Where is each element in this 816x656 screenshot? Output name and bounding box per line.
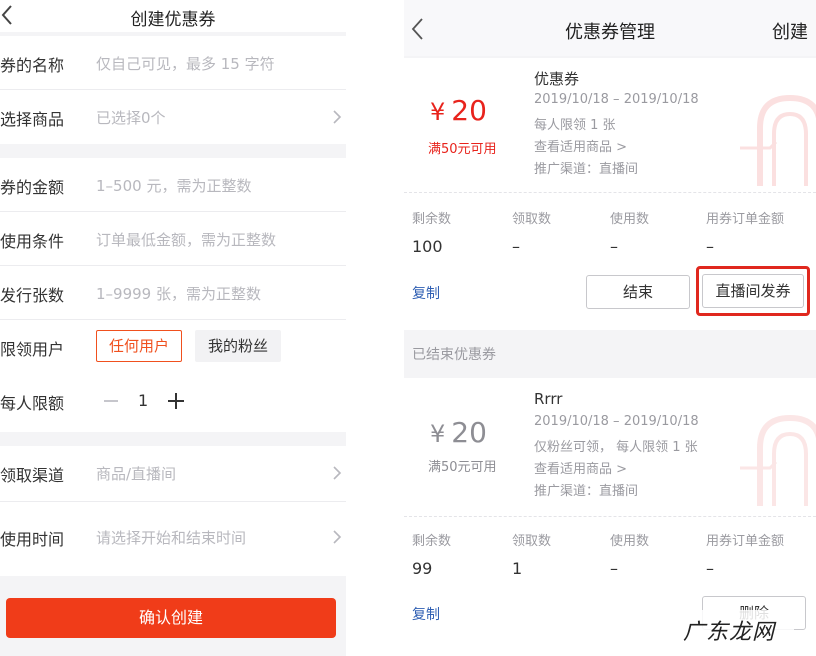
minus-icon[interactable] (104, 400, 118, 402)
option-my-fans[interactable]: 我的粉丝 (195, 330, 282, 362)
end-coupon-button[interactable]: 结束 (586, 275, 690, 309)
use-time-label: 使用时间 (0, 530, 65, 549)
create-coupon-screen: 创建优惠券 券的名称 仅自己可见，最多 15 字符 选择商品 已选择0个 券的金… (0, 0, 346, 656)
stat-header-claimed: 领取数 (512, 212, 552, 227)
coupon-price: ¥20 (430, 416, 487, 449)
coupon-name-input[interactable]: 仅自己可见，最多 15 字符 (96, 53, 275, 74)
issue-quantity-row[interactable]: 发行张数 1–9999 张，需为正整数 (0, 266, 346, 320)
coupon-amount: 20 (451, 94, 487, 127)
use-condition-row[interactable]: 使用条件 订单最低金额，需为正整数 (0, 212, 346, 266)
select-goods-row[interactable]: 选择商品 已选择0个 (0, 90, 346, 144)
chevron-right-icon (333, 530, 342, 544)
ended-coupons-section-label: 已结束优惠券 (412, 347, 496, 363)
create-button[interactable]: 创建 (772, 18, 808, 44)
stat-value-used: – (610, 559, 618, 578)
coupon-dates: 2019/10/18 – 2019/10/18 (534, 92, 699, 107)
select-goods-label: 选择商品 (0, 110, 65, 129)
coupon-watermark-icon (740, 414, 816, 506)
per-user-limit-value: 1 (138, 391, 149, 410)
coupon-management-header: 优惠券管理 创建 (404, 0, 816, 56)
stat-value-remaining: 99 (412, 559, 433, 578)
coupon-watermark-icon (740, 94, 816, 186)
chevron-right-icon (333, 466, 342, 480)
use-time-row[interactable]: 使用时间 请选择开始和结束时间 (0, 510, 346, 576)
coupon-basic-group: 券的名称 仅自己可见，最多 15 字符 选择商品 已选择0个 (0, 36, 346, 144)
coupon-name-label: 券的名称 (0, 56, 65, 75)
stat-value-remaining: 100 (412, 237, 443, 256)
channel-value: 商品/直播间 (96, 465, 177, 483)
use-time-value: 请选择开始和结束时间 (96, 529, 247, 547)
coupon-limit: 仅粉丝可领， 每人限领 1 张 (534, 440, 698, 455)
currency-symbol: ¥ (430, 98, 446, 126)
stat-header-used: 使用数 (610, 212, 650, 227)
stat-value-used: – (610, 237, 618, 256)
stat-value-order-amount: – (706, 237, 714, 256)
coupon-amount: 20 (451, 416, 487, 449)
use-condition-input[interactable]: 订单最低金额，需为正整数 (96, 229, 276, 250)
eligible-users-label: 限领用户 (0, 340, 65, 359)
option-any-user[interactable]: 任何用户 (96, 330, 183, 362)
stat-header-order-amount: 用券订单金额 (706, 534, 785, 549)
view-goods-link[interactable]: 查看适用商品 > (534, 458, 627, 477)
plus-icon[interactable] (168, 393, 184, 409)
coupon-channel: 推广渠道：直播间 (534, 162, 639, 177)
per-user-limit-row: 每人限额 1 (0, 374, 346, 428)
coupon-management-screen: 优惠券管理 创建 ¥20 满50元可用 优惠券 2019/10/18 – 201… (404, 0, 816, 656)
copy-link[interactable]: 复制 (412, 604, 440, 624)
create-coupon-header: 创建优惠券 (0, 0, 346, 32)
channel-label: 领取渠道 (0, 466, 65, 485)
active-coupon-card: ¥20 满50元可用 优惠券 2019/10/18 – 2019/10/18 每… (404, 58, 816, 330)
coupon-channel: 推广渠道：直播间 (534, 484, 639, 499)
page-title: 优惠券管理 (565, 22, 655, 43)
use-condition-label: 使用条件 (0, 232, 65, 251)
coupon-channel-group: 领取渠道 商品/直播间 使用时间 请选择开始和结束时间 (0, 446, 346, 576)
stat-header-order-amount: 用券订单金额 (706, 212, 785, 227)
coupon-condition: 满50元可用 (428, 460, 497, 475)
select-goods-value: 已选择0个 (96, 109, 166, 127)
per-user-limit-label: 每人限额 (0, 394, 65, 413)
coupon-dates: 2019/10/18 – 2019/10/18 (534, 414, 699, 429)
stat-header-remaining: 剩余数 (412, 212, 452, 227)
stat-value-order-amount: – (706, 559, 714, 578)
dashed-divider (404, 516, 816, 517)
coupon-amount-input[interactable]: 1–500 元，需为正整数 (96, 175, 251, 196)
currency-symbol: ¥ (430, 420, 446, 448)
eligible-users-row: 限领用户 任何用户 我的粉丝 (0, 320, 346, 374)
coupon-amount-label: 券的金额 (0, 178, 65, 197)
stat-header-remaining: 剩余数 (412, 534, 452, 549)
issue-quantity-input[interactable]: 1–9999 张，需为正整数 (96, 283, 261, 304)
chevron-right-icon (333, 110, 342, 124)
page-title: 创建优惠券 (130, 10, 216, 30)
live-room-issue-button[interactable]: 直播间发券 (702, 274, 804, 308)
site-watermark: 广东龙网 (683, 620, 776, 645)
coupon-name-row[interactable]: 券的名称 仅自己可见，最多 15 字符 (0, 36, 346, 90)
confirm-create-button[interactable]: 确认创建 (6, 598, 336, 638)
coupon-name: 优惠券 (534, 70, 580, 88)
stat-value-claimed: – (512, 237, 520, 256)
issue-quantity-label: 发行张数 (0, 286, 65, 305)
coupon-rules-group: 券的金额 1–500 元，需为正整数 使用条件 订单最低金额，需为正整数 发行张… (0, 158, 346, 432)
stat-header-used: 使用数 (610, 534, 650, 549)
stat-header-claimed: 领取数 (512, 534, 552, 549)
coupon-condition: 满50元可用 (428, 142, 497, 157)
coupon-limit: 每人限领 1 张 (534, 118, 616, 133)
screenshot-root: 创建优惠券 券的名称 仅自己可见，最多 15 字符 选择商品 已选择0个 券的金… (0, 0, 816, 656)
copy-link[interactable]: 复制 (412, 283, 440, 303)
coupon-name: Rrrr (534, 390, 563, 408)
divider (0, 501, 346, 502)
stat-value-claimed: 1 (512, 559, 523, 578)
coupon-price: ¥20 (430, 94, 487, 127)
coupon-amount-row[interactable]: 券的金额 1–500 元，需为正整数 (0, 158, 346, 212)
view-goods-link[interactable]: 查看适用商品 > (534, 136, 627, 155)
dashed-divider (404, 192, 816, 193)
channel-row[interactable]: 领取渠道 商品/直播间 (0, 446, 346, 502)
